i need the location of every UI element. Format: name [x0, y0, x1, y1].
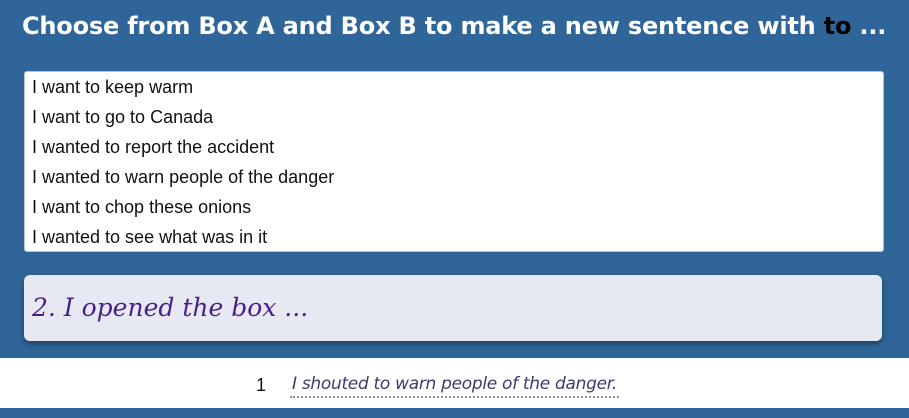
- instruction-text: Choose from Box A and Box B to make a ne…: [22, 12, 824, 40]
- box-a-option[interactable]: I wanted to see what was in it: [25, 223, 883, 253]
- instruction-keyword: to: [823, 12, 852, 40]
- box-a-option[interactable]: I want to go to Canada: [25, 103, 883, 133]
- box-a-option[interactable]: I wanted to warn people of the danger: [25, 163, 883, 193]
- box-a-option[interactable]: I want to keep warm: [25, 73, 883, 103]
- answers-panel: 1 I shouted to warn people of the danger…: [0, 358, 909, 408]
- bottom-border: [0, 408, 909, 418]
- answer-row: 1 I shouted to warn people of the danger…: [256, 368, 620, 398]
- box-b-card: 2. I opened the box ...: [24, 275, 882, 341]
- box-a-option[interactable]: I want to chop these onions: [25, 193, 883, 223]
- box-a-list[interactable]: I want to keep warm I want to go to Cana…: [24, 71, 884, 252]
- instruction-ellipsis: ...: [851, 12, 887, 40]
- answer-text[interactable]: I shouted to warn people of the danger.: [290, 373, 620, 398]
- box-b-prompt: 2. I opened the box ...: [32, 293, 309, 322]
- box-a-option[interactable]: I wanted to report the accident: [25, 133, 883, 163]
- answer-number: 1: [256, 375, 267, 395]
- instruction-title: Choose from Box A and Box B to make a ne…: [22, 8, 899, 48]
